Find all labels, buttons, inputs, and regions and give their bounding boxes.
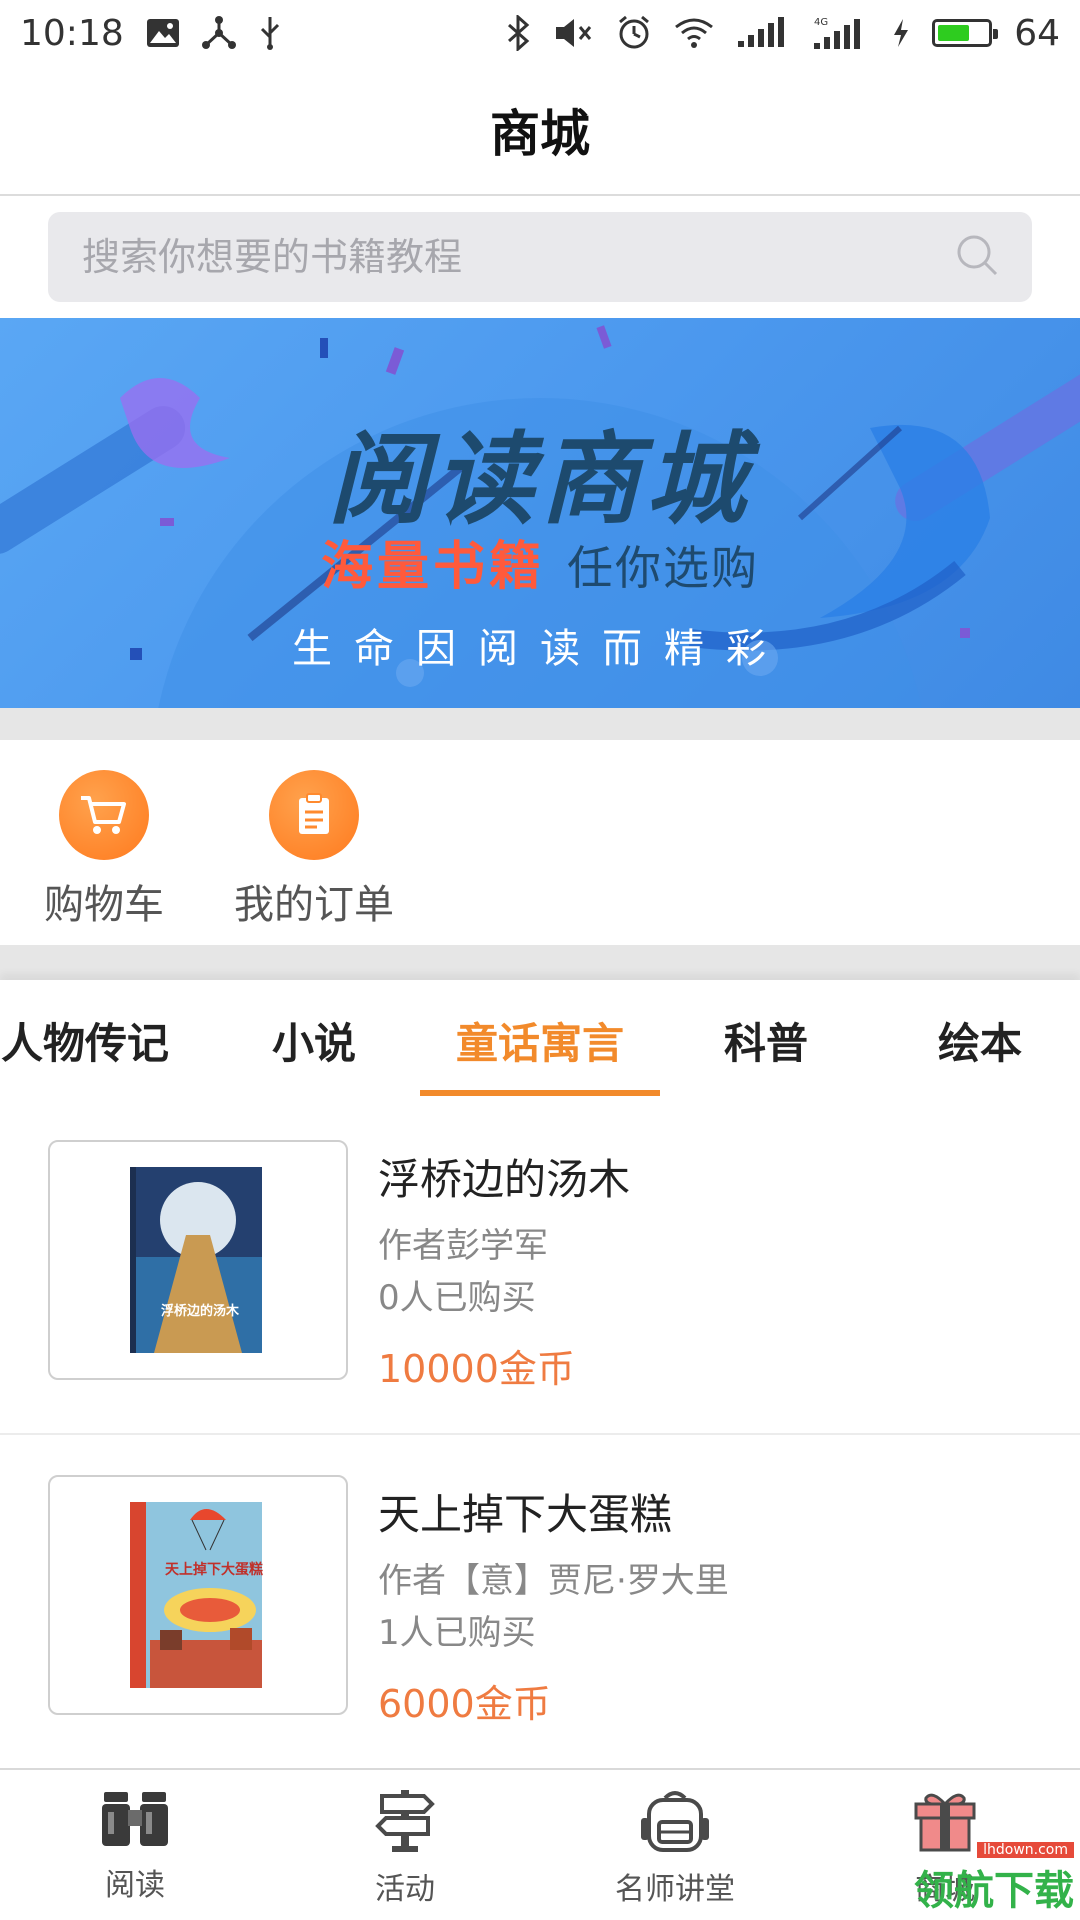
book-price: 10000金币	[378, 1347, 575, 1391]
backpack-icon	[641, 1791, 709, 1852]
banner-subtitle-highlight: 海量书籍	[320, 537, 545, 597]
search-input[interactable]	[80, 234, 944, 280]
watermark: lhdown.com 领航下载	[914, 1839, 1074, 1916]
book-title[interactable]: 浮桥边的汤木	[378, 1146, 630, 1207]
book-list-item[interactable]: 浮桥边的汤木 浮桥边的汤木 作者彭学军 0人已购买 10000金币	[0, 1100, 1080, 1435]
book-purchase-count: 1人已购买	[378, 1613, 536, 1653]
mute-icon	[554, 16, 594, 50]
category-tabs: 人物传记 小说 童话寓言 科普 绘本	[0, 980, 1080, 1100]
book-author: 作者彭学军	[378, 1226, 548, 1266]
my-orders-button[interactable]: 我的订单	[214, 770, 414, 930]
svg-text:4G: 4G	[814, 17, 828, 28]
cart-icon	[59, 770, 149, 860]
book-cover[interactable]: 天上掉下大蛋糕	[48, 1475, 348, 1715]
search-icon[interactable]	[954, 232, 1000, 282]
battery-icon	[932, 19, 999, 47]
tab-science[interactable]: 科普	[666, 980, 866, 1100]
promo-banner[interactable]: 阅读商城 海量书籍 任你选购 生命因阅读而精彩	[0, 318, 1080, 708]
section-divider	[0, 708, 1080, 740]
share-notification-icon	[201, 16, 236, 50]
image-notification-icon	[146, 18, 180, 48]
book-cover-image: 浮桥边的汤木	[130, 1167, 262, 1353]
tab-picture-books[interactable]: 绘本	[880, 980, 1080, 1100]
status-time: 10:18	[20, 12, 124, 54]
book-author: 作者【意】贾尼·罗大里	[378, 1561, 729, 1601]
nav-activities[interactable]: 活动	[270, 1788, 540, 1908]
book-cover[interactable]: 浮桥边的汤木	[48, 1140, 348, 1380]
book-purchase-count: 0人已购买	[378, 1278, 536, 1318]
nav-read[interactable]: 阅读	[0, 1788, 270, 1904]
usb-icon	[258, 15, 282, 51]
signal-icon	[736, 17, 790, 49]
my-orders-label: 我的订单	[234, 882, 394, 928]
search-bar[interactable]	[48, 212, 1032, 302]
tab-novel[interactable]: 小说	[214, 980, 414, 1100]
active-tab-indicator	[420, 1090, 660, 1096]
signpost-icon	[375, 1790, 435, 1852]
nav-activities-label: 活动	[375, 1872, 435, 1907]
charging-icon	[892, 18, 910, 48]
book-list-item[interactable]: 天上掉下大蛋糕 天上掉下大蛋糕 作者【意】贾尼·罗大里 1人已购买 6000金币	[0, 1435, 1080, 1770]
battery-level	[938, 25, 969, 41]
page-title: 商城	[490, 105, 590, 163]
banner-subtitle-rest: 任你选购	[567, 541, 759, 595]
cart-label: 购物车	[44, 882, 164, 928]
battery-percent: 64	[1014, 12, 1060, 54]
watermark-domain: lhdown.com	[977, 1842, 1074, 1858]
page-header: 商城	[0, 66, 1080, 196]
svg-text:天上掉下大蛋糕: 天上掉下大蛋糕	[165, 1561, 263, 1578]
status-right: 4G 64	[506, 13, 1060, 54]
tab-fairy-tales[interactable]: 童话寓言	[420, 980, 660, 1100]
bluetooth-icon	[506, 15, 532, 51]
book-title[interactable]: 天上掉下大蛋糕	[378, 1481, 672, 1542]
order-icon	[269, 770, 359, 860]
banner-tagline: 生命因阅读而精彩	[292, 626, 788, 672]
alarm-icon	[616, 15, 652, 51]
banner-subtitle: 海量书籍 任你选购	[0, 524, 1080, 599]
status-bar: 10:18 4G 64	[0, 0, 1080, 66]
section-divider	[0, 945, 1080, 980]
banner-title: 阅读商城	[328, 421, 752, 538]
book-cover-image: 天上掉下大蛋糕	[130, 1502, 263, 1688]
nav-read-label: 阅读	[105, 1868, 165, 1903]
binoculars-icon	[102, 1792, 168, 1846]
signal-4g-icon: 4G	[812, 15, 870, 51]
wifi-icon	[674, 17, 714, 49]
cart-button[interactable]: 购物车	[4, 770, 204, 930]
svg-text:浮桥边的汤木: 浮桥边的汤木	[161, 1303, 240, 1319]
tab-biography[interactable]: 人物传记	[0, 980, 170, 1100]
watermark-text: 领航下载	[914, 1868, 1074, 1914]
quick-actions: 购物车 我的订单	[0, 740, 1080, 945]
book-price: 6000金币	[378, 1682, 551, 1726]
nav-teacher-lectures[interactable]: 名师讲堂	[540, 1788, 810, 1908]
status-left: 10:18	[20, 13, 282, 54]
bottom-navigation: 阅读 活动 名师讲堂 商城 lhdown.com 领航下载	[0, 1768, 1080, 1920]
nav-teacher-lectures-label: 名师讲堂	[615, 1872, 735, 1907]
